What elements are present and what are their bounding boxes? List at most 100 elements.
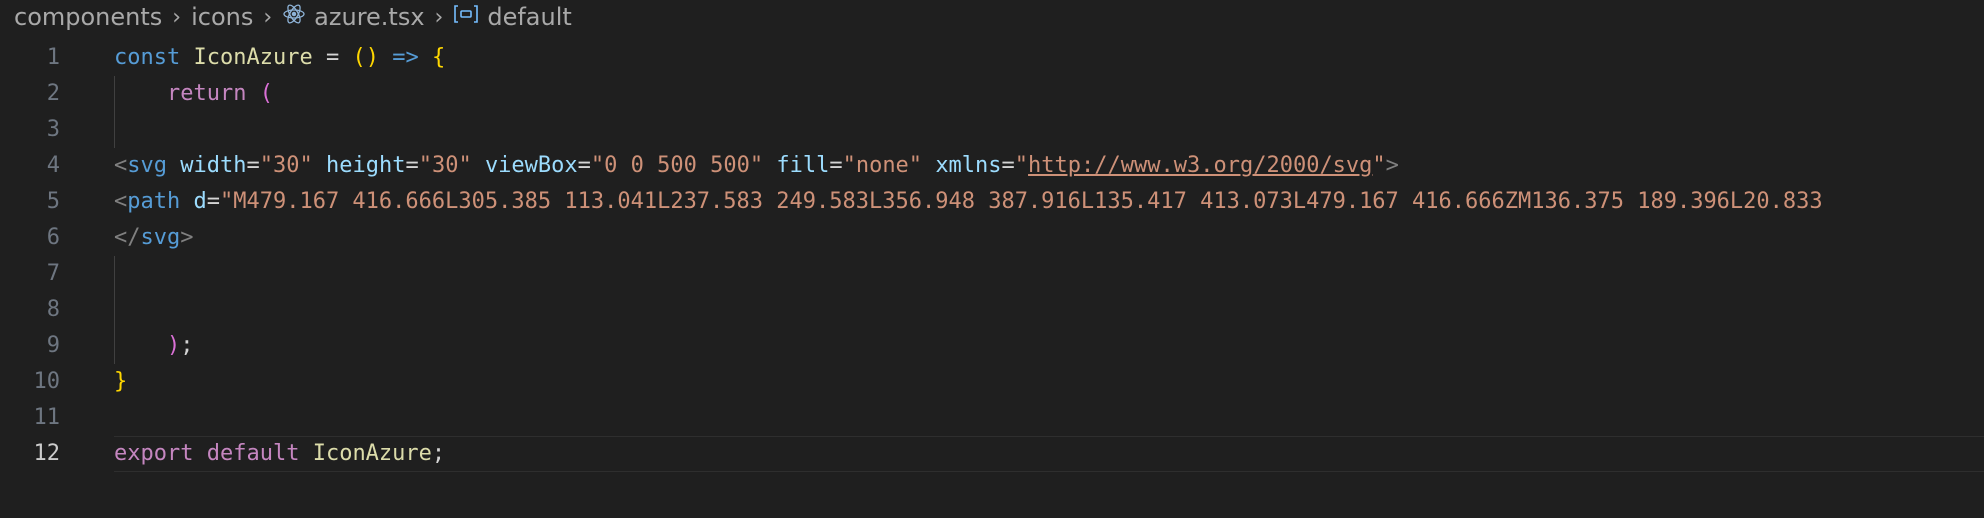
code-text: <svg width="30" height="30" viewBox="0 0… [114, 148, 1399, 184]
code-text: ); [114, 328, 194, 364]
code-line[interactable]: 6 </svg> [0, 220, 1984, 256]
code-token: path [127, 189, 181, 214]
code-token: = [577, 153, 591, 178]
code-token: IconAzure [312, 441, 432, 466]
code-token: { [431, 45, 446, 70]
code-token: viewBox [484, 153, 578, 178]
code-line[interactable]: 5 <path d="M479.167 416.666L305.385 113.0… [0, 184, 1984, 220]
breadcrumb-item-symbol[interactable]: default [487, 3, 571, 31]
line-number: 4 [46, 153, 60, 178]
react-icon [282, 2, 306, 32]
code-token: " [1014, 153, 1029, 178]
line-number: 12 [33, 441, 61, 466]
code-token: "none" [842, 153, 923, 178]
line-number: 3 [46, 117, 60, 142]
line-number: 6 [46, 225, 60, 250]
code-token: IconAzure [193, 45, 313, 70]
code-line[interactable]: 12 export default IconAzure; [0, 436, 1984, 472]
code-token: = [1001, 153, 1015, 178]
breadcrumb-item-file[interactable]: azure.tsx [314, 3, 424, 31]
code-line[interactable]: 9 ); [0, 328, 1984, 364]
code-token: ( [259, 81, 273, 106]
indent-guide [114, 292, 115, 328]
breadcrumb-item-components[interactable]: components [14, 3, 162, 31]
code-token: height [325, 153, 406, 178]
code-text: const IconAzure = () => { [114, 40, 445, 76]
code-token: < [114, 153, 128, 178]
line-number: 2 [46, 81, 60, 106]
line-number: 9 [46, 333, 60, 358]
breadcrumb: components › icons › azure.tsx › default [14, 0, 572, 34]
chevron-right-icon: › [434, 4, 444, 30]
chevron-right-icon: › [172, 4, 182, 30]
code-editor[interactable]: 1 const IconAzure = () => {2 return (3 4 <s… [0, 40, 1984, 472]
line-number: 1 [46, 45, 60, 70]
code-text: export default IconAzure; [114, 436, 445, 472]
code-text: } [114, 364, 127, 400]
code-token: "30" [259, 153, 313, 178]
code-token: > [180, 225, 194, 250]
code-token: ; [431, 441, 446, 466]
code-token: svg [127, 153, 167, 178]
line-number: 5 [46, 189, 60, 214]
code-line[interactable]: 10} [0, 364, 1984, 400]
code-token: d [193, 189, 207, 214]
code-token: width [180, 153, 247, 178]
code-token: http://www.w3.org/2000/svg [1028, 153, 1373, 178]
code-token: return [166, 81, 247, 106]
code-token: " [1372, 153, 1386, 178]
code-token: = [829, 153, 843, 178]
line-number: 10 [33, 369, 61, 394]
code-line[interactable]: 2 return ( [0, 76, 1984, 112]
code-token: ) [166, 333, 181, 358]
code-token: ; [180, 333, 194, 358]
code-text: return ( [114, 76, 273, 112]
code-token: export [114, 441, 194, 466]
code-token: "30" [418, 153, 472, 178]
code-line[interactable]: 4 <svg width="30" height="30" viewBox="0 … [0, 148, 1984, 184]
breadcrumb-item-icons[interactable]: icons [191, 3, 253, 31]
code-token: default [206, 441, 300, 466]
code-token: > [1385, 153, 1399, 178]
code-line[interactable]: 7 [0, 256, 1984, 292]
code-token: = [246, 153, 260, 178]
code-token: const [114, 45, 181, 70]
code-token: } [114, 369, 128, 394]
code-token: () [352, 45, 379, 70]
code-token: </ [114, 225, 141, 250]
chevron-right-icon: › [263, 4, 273, 30]
code-token: = [325, 45, 340, 70]
code-line[interactable]: 8 [0, 292, 1984, 328]
indent-guide [114, 256, 115, 292]
code-token: "M479.167 416.666L305.385 113.041L237.58… [219, 189, 1823, 214]
code-text: <path d="M479.167 416.666L305.385 113.04… [114, 184, 1823, 220]
code-line[interactable]: 1 const IconAzure = () => { [0, 40, 1984, 76]
code-line[interactable]: 3 [0, 112, 1984, 148]
code-token: svg [140, 225, 181, 250]
code-token: = [206, 189, 220, 214]
code-line[interactable]: 11 [0, 400, 1984, 436]
code-text: </svg> [114, 220, 194, 256]
line-number: 7 [46, 261, 60, 286]
code-token: < [114, 189, 128, 214]
code-token: => [392, 45, 419, 70]
code-token: "0 0 500 500" [590, 153, 764, 178]
code-token: = [405, 153, 419, 178]
line-number: 8 [46, 297, 60, 322]
